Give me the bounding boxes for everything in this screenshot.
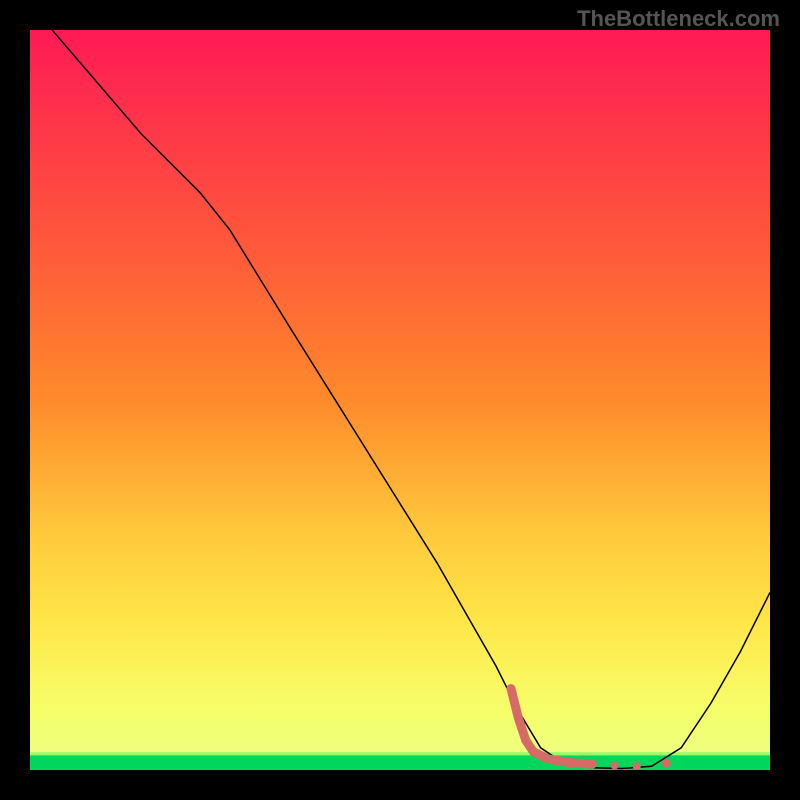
green-baseline-band xyxy=(30,755,770,770)
watermark-text: TheBottleneck.com xyxy=(577,6,780,32)
chart-svg xyxy=(30,30,770,770)
lime-separator xyxy=(30,752,770,755)
marker-dot-1 xyxy=(633,762,641,770)
marker-dot-0 xyxy=(611,762,619,770)
gradient-background xyxy=(30,30,770,770)
plot-area xyxy=(30,30,770,770)
chart-container: TheBottleneck.com xyxy=(0,0,800,800)
marker-dot-2 xyxy=(662,759,671,768)
